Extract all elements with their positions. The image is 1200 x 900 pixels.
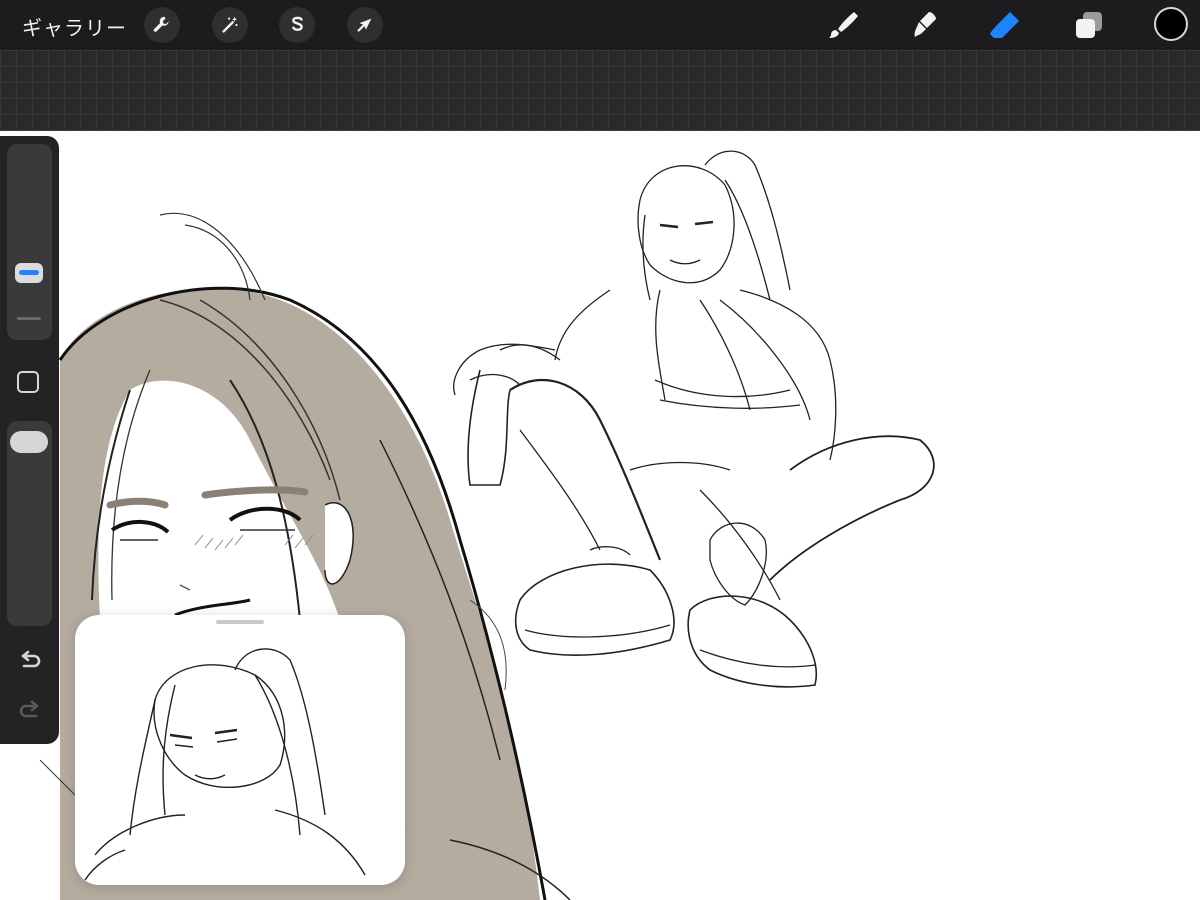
layers-button[interactable] [1070, 6, 1108, 44]
undo-icon [21, 650, 41, 668]
modify-button[interactable] [17, 371, 39, 393]
magic-wand-icon [222, 16, 238, 33]
opacity-slider[interactable] [7, 421, 52, 626]
reference-window[interactable] [75, 615, 405, 885]
size-slider-tick [17, 317, 41, 320]
eraser-icon [990, 12, 1019, 38]
seated-figure-artwork [453, 150, 935, 688]
transform-button[interactable] [347, 7, 383, 43]
undo-button[interactable] [16, 648, 44, 676]
wrench-icon [153, 16, 169, 32]
canvas-grid-background [0, 50, 1200, 131]
color-picker-button[interactable] [1154, 7, 1188, 41]
eraser-tool-button[interactable] [987, 6, 1025, 44]
gallery-button[interactable]: ギャラリー [22, 12, 127, 41]
layers-icon [1076, 12, 1102, 38]
brush-icon [829, 12, 858, 38]
actions-button[interactable] [144, 7, 180, 43]
adjustments-button[interactable] [212, 7, 248, 43]
selection-s-icon [292, 16, 303, 31]
redo-icon [19, 700, 39, 718]
opacity-thumb[interactable] [10, 431, 48, 453]
redo-button[interactable] [16, 698, 44, 726]
brush-tool-button[interactable] [824, 6, 862, 44]
smudge-icon [914, 12, 936, 37]
arrow-cursor-icon [357, 18, 372, 32]
brush-size-thumb[interactable] [10, 256, 48, 290]
reference-preview [84, 648, 405, 881]
top-toolbar: ギャラリー [0, 0, 1200, 50]
left-sidebar [0, 136, 59, 744]
brush-size-slider[interactable] [7, 144, 52, 340]
selection-button[interactable] [279, 7, 315, 43]
smudge-tool-button[interactable] [905, 6, 943, 44]
